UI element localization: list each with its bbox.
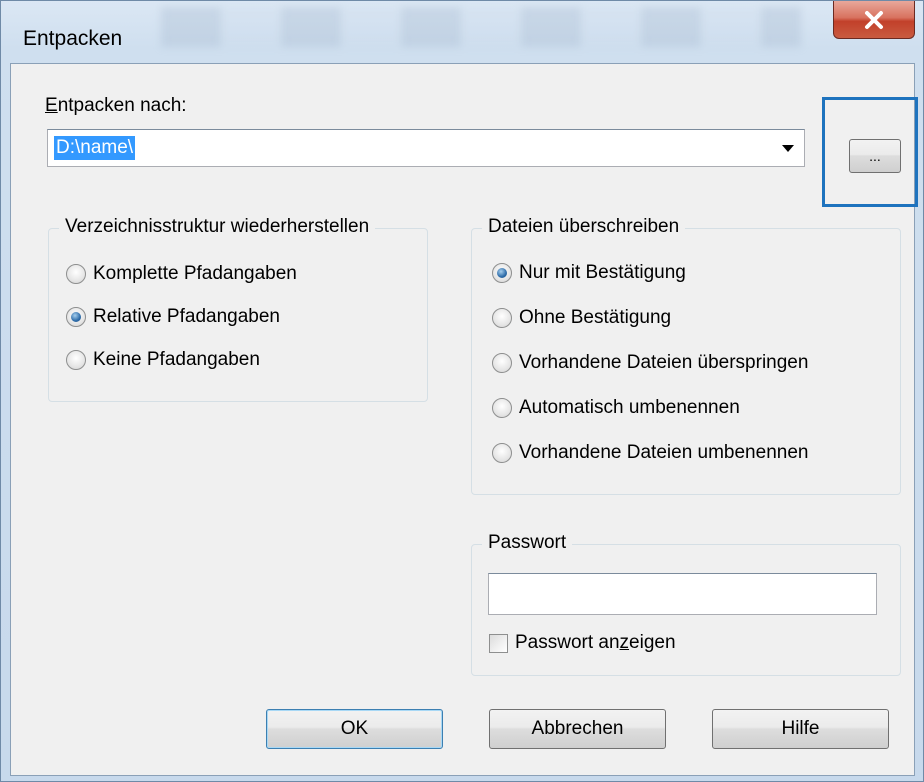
browse-button[interactable]: ... [849, 139, 901, 173]
radio-no-paths-icon[interactable] [66, 350, 86, 370]
destination-value[interactable]: D:\name\ [54, 136, 136, 160]
radio-option-skip[interactable]: Vorhandene Dateien überspringen [492, 352, 808, 374]
close-button[interactable] [833, 1, 915, 39]
destination-label: Entpacken nach: [45, 95, 187, 116]
radio-option-no-paths[interactable]: Keine Pfadangaben [66, 349, 260, 371]
radio-option-confirm[interactable]: Nur mit Bestätigung [492, 262, 686, 284]
radio-auto-rename-icon[interactable] [492, 398, 512, 418]
dropdown-arrow-icon[interactable] [782, 145, 794, 152]
radio-option-auto-rename[interactable]: Automatisch umbenennen [492, 397, 740, 419]
ok-button[interactable]: OK [266, 709, 443, 749]
titlebar-background [161, 7, 801, 47]
radio-label: Vorhandene Dateien umbenennen [519, 442, 809, 463]
radio-label: Vorhandene Dateien überspringen [519, 352, 809, 373]
radio-option-relative-paths[interactable]: Relative Pfadangaben [66, 306, 280, 328]
show-password-checkbox[interactable]: Passwort anzeigen [489, 632, 676, 654]
radio-option-complete-paths[interactable]: Komplette Pfadangaben [66, 263, 297, 285]
overwrite-group-title: Dateien überschreiben [482, 216, 686, 238]
structure-group-title: Verzeichnisstruktur wiederherstellen [59, 216, 376, 238]
radio-complete-paths-icon[interactable] [66, 264, 86, 284]
overwrite-group: Dateien überschreiben Nur mit Bestätigun… [471, 216, 901, 495]
radio-label: Komplette Pfadangaben [93, 263, 297, 284]
password-input[interactable] [488, 573, 877, 615]
help-button[interactable]: Hilfe [712, 709, 889, 749]
close-icon [865, 10, 883, 29]
cancel-button[interactable]: Abbrechen [489, 709, 666, 749]
show-password-label: Passwort anzeigen [515, 632, 676, 653]
radio-label: Ohne Bestätigung [519, 307, 672, 328]
password-group-title: Passwort [482, 532, 573, 554]
radio-rename-existing-icon[interactable] [492, 443, 512, 463]
dialog-window: Entpacken Entpacken nach: D:\name\ ... V… [0, 0, 924, 782]
radio-label: Nur mit Bestätigung [519, 262, 686, 283]
window-title: Entpacken [23, 27, 123, 50]
radio-label: Relative Pfadangaben [93, 306, 280, 327]
radio-label: Automatisch umbenennen [519, 397, 740, 418]
browse-highlight: ... [822, 97, 918, 207]
password-group: Passwort Passwort anzeigen [471, 532, 901, 676]
destination-combobox[interactable]: D:\name\ [47, 129, 805, 167]
radio-option-rename-existing[interactable]: Vorhandene Dateien umbenennen [492, 442, 808, 464]
radio-label: Keine Pfadangaben [93, 349, 260, 370]
structure-group: Verzeichnisstruktur wiederherstellen Kom… [48, 216, 428, 402]
dialog-client: Entpacken nach: D:\name\ ... Verzeichnis… [10, 63, 918, 776]
radio-skip-icon[interactable] [492, 353, 512, 373]
radio-relative-paths-icon[interactable] [66, 307, 86, 327]
radio-confirm-icon[interactable] [492, 263, 512, 283]
checkbox-box-icon[interactable] [489, 633, 508, 653]
radio-option-no-confirm[interactable]: Ohne Bestätigung [492, 307, 671, 329]
radio-no-confirm-icon[interactable] [492, 308, 512, 328]
